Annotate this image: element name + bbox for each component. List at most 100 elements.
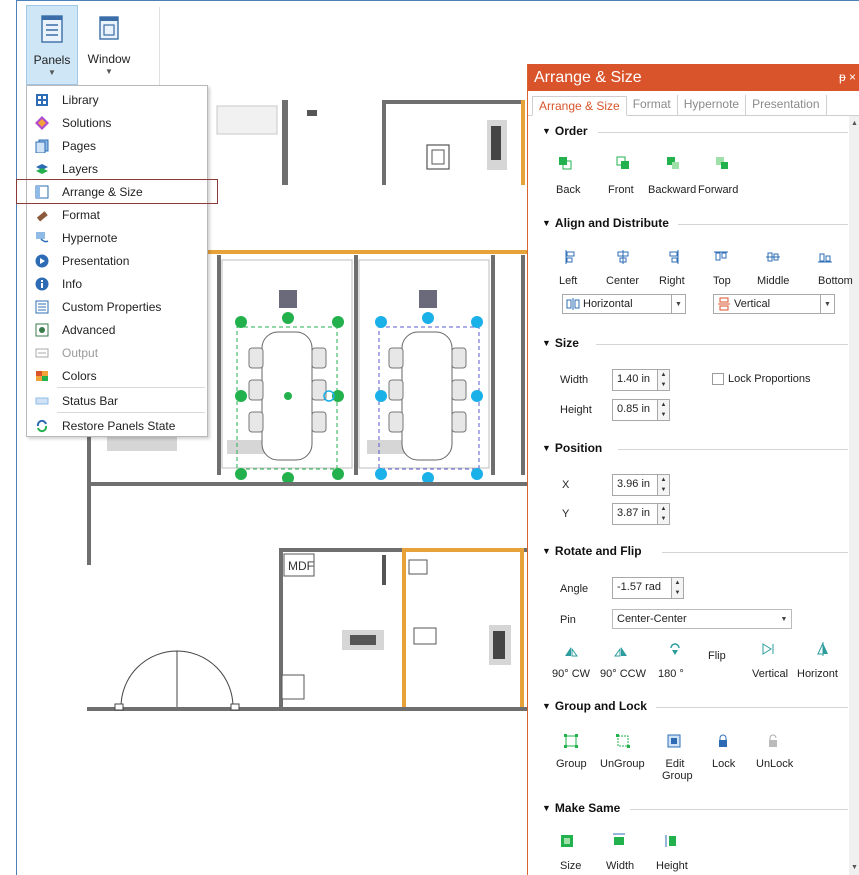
- menu-item-colors[interactable]: Colors: [27, 364, 207, 387]
- rotate-180-button[interactable]: 180 °: [658, 668, 684, 680]
- panels-icon: [41, 15, 63, 43]
- width-stepper[interactable]: 1.40 in ▲ ▼: [612, 369, 670, 391]
- lock-proportions-label: Lock Proportions: [728, 373, 811, 385]
- collapse-icon: ▼: [542, 443, 551, 453]
- align-top-button[interactable]: Top: [713, 275, 731, 287]
- group-button[interactable]: Group: [556, 758, 587, 770]
- stepper-arrows[interactable]: ▲ ▼: [658, 503, 670, 525]
- height-input[interactable]: 0.85 in: [612, 399, 658, 421]
- output-icon: [35, 346, 49, 360]
- edit-group-button[interactable]: Edit Group: [662, 758, 693, 782]
- tab-presentation[interactable]: Presentation: [746, 95, 827, 115]
- backward-button[interactable]: Backward: [648, 184, 696, 196]
- x-input[interactable]: 3.96 in: [612, 474, 658, 496]
- x-stepper[interactable]: 3.96 in ▲ ▼: [612, 474, 670, 496]
- stepper-arrows[interactable]: ▲ ▼: [658, 474, 670, 496]
- tab-format[interactable]: Format: [627, 95, 678, 115]
- same-height-button[interactable]: Height: [656, 860, 688, 872]
- align-middle-button[interactable]: Middle: [757, 275, 789, 287]
- align-bottom-button[interactable]: Bottom: [818, 275, 853, 287]
- section-divider: [596, 344, 848, 345]
- section-size-header[interactable]: ▼ Size: [542, 336, 579, 350]
- menu-item-layers[interactable]: Layers: [27, 157, 207, 180]
- menu-item-restore-panels[interactable]: Restore Panels State: [27, 414, 207, 437]
- back-button[interactable]: Back: [556, 184, 580, 196]
- tab-hypernote[interactable]: Hypernote: [678, 95, 747, 115]
- chevron-down-icon: ▼: [48, 68, 56, 77]
- align-right-button[interactable]: Right: [659, 275, 685, 287]
- solutions-icon: [35, 115, 49, 130]
- panel-title: Arrange & Size ᵽ ×: [528, 64, 859, 91]
- angle-stepper[interactable]: -1.57 rad ▲ ▼: [612, 577, 684, 599]
- pin-select[interactable]: Center-Center ▼: [612, 609, 792, 629]
- checkbox-box[interactable]: [712, 373, 724, 385]
- section-group-header[interactable]: ▼ Group and Lock: [542, 699, 647, 713]
- menu-item-info[interactable]: Info: [27, 272, 207, 295]
- menu-item-presentation[interactable]: Presentation: [27, 249, 207, 272]
- rotate-90-ccw-button[interactable]: 90° CCW: [600, 668, 646, 680]
- panel-scrollbar[interactable]: ▲ ▼: [849, 116, 859, 875]
- flip-vertical-button[interactable]: Vertical: [752, 668, 788, 680]
- same-width-button[interactable]: Width: [606, 860, 634, 872]
- menu-item-library[interactable]: Library: [27, 88, 207, 111]
- flip-horizontal-button[interactable]: Horizont: [797, 668, 838, 680]
- vertical-distribute-select[interactable]: Vertical ▼: [713, 294, 835, 314]
- stepper-arrows[interactable]: ▲ ▼: [672, 577, 684, 599]
- section-title: Align and Distribute: [554, 216, 669, 230]
- stepper-arrows[interactable]: ▲ ▼: [658, 369, 670, 391]
- vertical-select-value: Vertical: [734, 298, 771, 310]
- section-rotate-header[interactable]: ▼ Rotate and Flip: [542, 544, 642, 558]
- ungroup-button[interactable]: UnGroup: [600, 758, 645, 770]
- distribute-horizontal-icon: [566, 298, 580, 310]
- bring-to-front-icon: [616, 156, 629, 169]
- lock-proportions-checkbox[interactable]: Lock Proportions: [712, 373, 811, 385]
- rotate-90-cw-button[interactable]: 90° CW: [552, 668, 590, 680]
- menu-item-label: Restore Panels State: [62, 418, 176, 433]
- forward-button[interactable]: Forward: [698, 184, 738, 196]
- menu-item-custom-properties[interactable]: Custom Properties: [27, 295, 207, 318]
- same-height-icon: [665, 835, 676, 847]
- mdf-label: MDF: [288, 559, 314, 573]
- lock-button[interactable]: Lock: [712, 758, 735, 770]
- lock-icon: [719, 734, 727, 747]
- scroll-down-icon[interactable]: ▼: [851, 864, 858, 871]
- section-divider: [598, 132, 848, 133]
- window-ribbon-button[interactable]: Window ▼: [83, 5, 135, 85]
- align-left-button[interactable]: Left: [559, 275, 577, 287]
- pin-close-icon[interactable]: ᵽ ×: [839, 70, 856, 84]
- menu-item-hypernote[interactable]: Hypernote: [27, 226, 207, 249]
- menu-item-format[interactable]: Format: [27, 203, 207, 226]
- bring-forward-icon: [716, 157, 728, 169]
- section-order-header[interactable]: ▼ Order: [542, 124, 588, 138]
- menu-item-advanced[interactable]: Advanced: [27, 318, 207, 341]
- height-label: Height: [560, 404, 592, 416]
- horizontal-distribute-select[interactable]: Horizontal ▼: [562, 294, 686, 314]
- menu-item-label: Status Bar: [62, 393, 119, 408]
- section-divider: [656, 707, 848, 708]
- advanced-icon: [35, 323, 49, 337]
- panels-ribbon-button[interactable]: Panels ▼: [26, 5, 78, 85]
- section-make-same-header[interactable]: ▼ Make Same: [542, 801, 620, 815]
- height-stepper[interactable]: 0.85 in ▲ ▼: [612, 399, 670, 421]
- same-size-button[interactable]: Size: [560, 860, 581, 872]
- stepper-arrows[interactable]: ▲ ▼: [658, 399, 670, 421]
- menu-item-solutions[interactable]: Solutions: [27, 111, 207, 134]
- section-position-header[interactable]: ▼ Position: [542, 441, 602, 455]
- section-title: Size: [554, 336, 579, 350]
- align-left-icon: [565, 250, 575, 264]
- y-stepper[interactable]: 3.87 in ▲ ▼: [612, 503, 670, 525]
- unlock-button[interactable]: UnLock: [756, 758, 793, 770]
- distribute-vertical-icon: [718, 297, 730, 311]
- flip-vertical-icon: [762, 643, 774, 655]
- y-input[interactable]: 3.87 in: [612, 503, 658, 525]
- section-align-header[interactable]: ▼ Align and Distribute: [542, 216, 669, 230]
- tab-arrange-size[interactable]: Arrange & Size: [532, 96, 627, 116]
- angle-input[interactable]: -1.57 rad: [612, 577, 672, 599]
- menu-item-pages[interactable]: Pages: [27, 134, 207, 157]
- menu-item-arrange-size[interactable]: Arrange & Size: [16, 179, 218, 204]
- front-button[interactable]: Front: [608, 184, 634, 196]
- menu-item-status-bar[interactable]: Status Bar: [27, 389, 207, 412]
- width-input[interactable]: 1.40 in: [612, 369, 658, 391]
- align-center-button[interactable]: Center: [606, 275, 639, 287]
- scroll-up-icon[interactable]: ▲: [851, 120, 858, 127]
